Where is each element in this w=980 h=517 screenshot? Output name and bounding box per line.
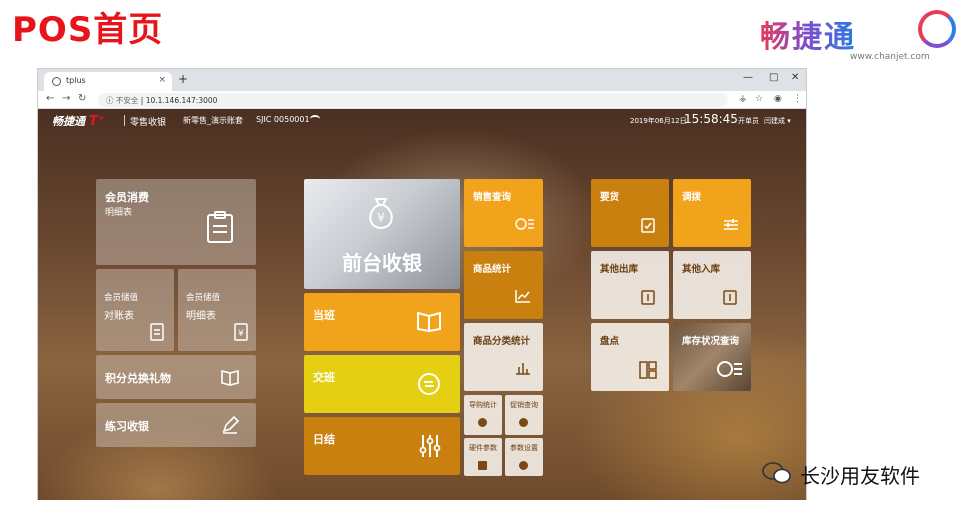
chanjet-logo: 畅捷通 www.chanjet.com [760, 6, 960, 64]
header-divider [124, 115, 125, 126]
tile-front-cashier[interactable]: ¥ 前台收银 [304, 179, 460, 289]
window-close-icon[interactable]: ✕ [791, 72, 799, 83]
tile-transfer[interactable]: 调拨 [673, 179, 751, 247]
store-name: 新零售_演示账套 [183, 116, 243, 125]
pos-app: 畅捷通 T⁺ 零售收银 新零售_演示账套 SJIC 0050001 2019年0… [38, 109, 806, 500]
tab-bar: tplus × + — □ ✕ [38, 69, 806, 91]
tile-points-exchange[interactable]: 积分兑换礼物 [96, 355, 256, 399]
tile-promo-query[interactable]: 促销查询 [505, 395, 543, 435]
sliders-icon [419, 435, 441, 457]
tile-on-duty[interactable]: 当班 [304, 293, 460, 351]
slide: POS首页 畅捷通 www.chanjet.com tplus × + — □ … [0, 0, 980, 517]
tile-other-in[interactable]: 其他入库 [673, 251, 751, 319]
globe-icon [52, 77, 61, 86]
hardware-icon [478, 461, 487, 470]
info-icon: ⓘ [106, 96, 114, 105]
line-chart-icon [515, 290, 530, 303]
tile-member-store-detail[interactable]: 会员储值 明细表 ¥ [178, 269, 256, 351]
search-icon [519, 418, 528, 427]
date-label: 2019年06月12日 [630, 117, 687, 125]
clipboard-out-icon [641, 290, 655, 305]
brand-swirl-icon [918, 10, 956, 48]
tile-practice-cashier[interactable]: 练习收银 [96, 403, 256, 447]
menu-icon[interactable]: ⋮ [793, 94, 802, 104]
clock: 15:58:45 [684, 112, 738, 126]
tile-stocktake[interactable]: 盘点 [591, 323, 669, 391]
clipboard-icon [207, 211, 233, 243]
clipboard-in-icon [723, 290, 737, 305]
tile-product-stats[interactable]: 商品统计 [464, 251, 543, 319]
operator-label: 开单员 [738, 117, 759, 125]
grid-icon [639, 361, 657, 379]
pencil-icon [222, 415, 240, 434]
slide-title: POS首页 [12, 10, 164, 50]
wechat-icon [762, 462, 791, 484]
book-icon [221, 369, 239, 386]
url-input[interactable]: ⓘ 不安全 | 10.1.146.147:3000 [98, 93, 728, 107]
money-bag-icon: ¥ [369, 198, 393, 230]
app-header: 畅捷通 T⁺ 零售收银 新零售_演示账套 SJIC 0050001 2019年0… [38, 109, 806, 133]
maximize-icon[interactable]: □ [769, 72, 778, 83]
receipt-icon [150, 323, 164, 341]
svg-text:¥: ¥ [238, 329, 244, 339]
tile-requisition[interactable]: 要货 [591, 179, 669, 247]
app-logo: 畅捷通 T⁺ [52, 114, 105, 129]
open-book-icon [417, 311, 441, 332]
url-text: 10.1.146.147:3000 [145, 96, 218, 105]
account-icon[interactable]: ◉ [774, 94, 782, 104]
tile-param-settings[interactable]: 参数设置 [505, 438, 543, 476]
tile-category-stats[interactable]: 商品分类统计 [464, 323, 543, 391]
tile-hardware-params[interactable]: 硬件参数 [464, 438, 502, 476]
minimize-icon[interactable]: — [743, 72, 753, 83]
key-icon[interactable]: ⚶ [739, 94, 747, 104]
gear-icon [519, 461, 528, 470]
tile-member-store-recon[interactable]: 会员储值 对账表 [96, 269, 174, 351]
forward-icon[interactable]: → [62, 93, 70, 104]
tab-title: tplus [66, 76, 86, 85]
exchange-icon [418, 373, 440, 395]
search-list-icon [515, 218, 534, 230]
back-icon[interactable]: ← [46, 93, 54, 104]
tile-member-consume[interactable]: 会员消费 明细表 [96, 179, 256, 265]
wifi-icon [310, 115, 320, 123]
tile-other-out[interactable]: 其他出库 [591, 251, 669, 319]
brand-name: 畅捷通 [760, 12, 856, 56]
clipboard-check-icon [641, 218, 655, 233]
tile-sales-query[interactable]: 销售查询 [464, 179, 543, 247]
address-bar: ← → ↻ ⓘ 不安全 | 10.1.146.147:3000 ⚶ ☆ ◉ ⋮ [38, 91, 806, 109]
adjust-icon [724, 219, 738, 230]
app-mode: 零售收银 [130, 118, 167, 128]
reload-icon[interactable]: ↻ [78, 93, 86, 104]
brand-url: www.chanjet.com [850, 52, 930, 62]
star-icon[interactable]: ☆ [755, 94, 763, 104]
tile-daily-settle[interactable]: 日结 [304, 417, 460, 475]
tile-guide-stats[interactable]: 导购统计 [464, 395, 502, 435]
tile-stock-query[interactable]: 库存状况查询 [673, 323, 751, 391]
browser-tab[interactable]: tplus × [44, 72, 172, 91]
pie-chart-icon [478, 418, 487, 427]
search-list-icon [717, 361, 742, 377]
user-menu[interactable]: 闫建成 ▾ [764, 116, 791, 126]
yen-document-icon: ¥ [234, 323, 248, 341]
svg-text:¥: ¥ [377, 211, 385, 225]
terminal-id: SJIC 0050001 [256, 115, 310, 124]
bar-chart-icon [516, 363, 530, 375]
new-tab-button[interactable]: + [178, 72, 188, 86]
insecure-label: 不安全 [115, 96, 139, 105]
watermark-text: 长沙用友软件 [800, 464, 920, 488]
close-tab-icon[interactable]: × [158, 75, 166, 85]
tile-handover[interactable]: 交班 [304, 355, 460, 413]
browser-window: tplus × + — □ ✕ ← → ↻ ⓘ 不安全 | 10.1.146.1… [37, 68, 807, 500]
